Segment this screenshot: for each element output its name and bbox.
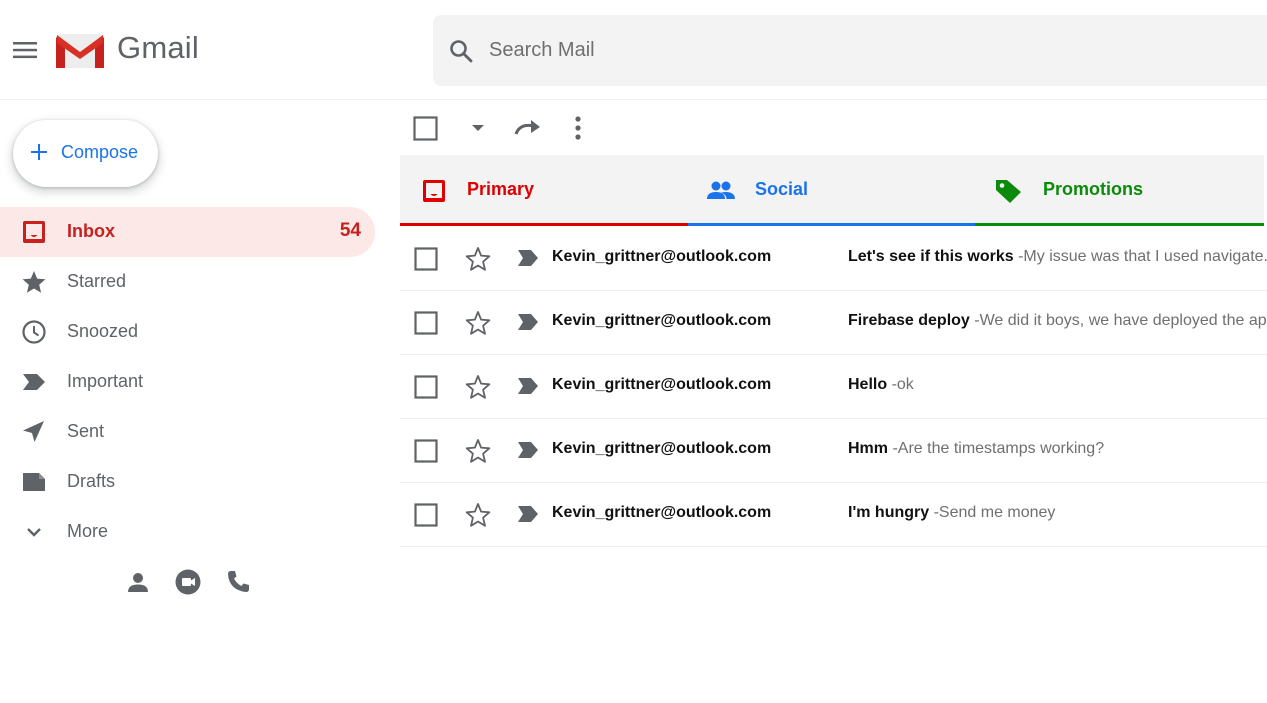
email-sender: Kevin_grittner@outlook.com [552, 376, 772, 393]
email-subject: Let's see if this works [848, 248, 1014, 265]
email-snippet: ok [896, 376, 914, 393]
star-outline-icon[interactable] [464, 309, 492, 337]
tab-underline [400, 223, 688, 226]
select-all-checkbox[interactable] [413, 116, 438, 141]
row-checkbox[interactable] [414, 247, 438, 271]
sidebar-item-label: Important [67, 371, 144, 391]
inbox-icon [420, 177, 448, 205]
gmail-logo-icon[interactable] [55, 31, 105, 69]
important-marker-icon[interactable] [516, 504, 540, 524]
email-subject: I'm hungry [848, 504, 930, 521]
row-checkbox[interactable] [414, 439, 438, 463]
email-row[interactable]: Kevin_grittner@outlook.com I'm hungry -S… [400, 483, 1267, 547]
important-marker-icon[interactable] [516, 312, 540, 332]
send-icon [20, 419, 48, 445]
brand-name: Gmail [117, 30, 199, 65]
people-icon [706, 177, 735, 205]
sidebar-item-more[interactable]: More [0, 507, 375, 557]
tab-label: Promotions [1043, 179, 1144, 199]
important-marker-icon[interactable] [516, 440, 540, 460]
sidebar-item-label: Drafts [67, 471, 116, 491]
email-preview: I'm hungry -Send me money [848, 504, 1267, 522]
star-outline-icon[interactable] [464, 245, 492, 273]
sidebar-item-starred[interactable]: Starred [0, 257, 375, 307]
email-sender: Kevin_grittner@outlook.com [552, 504, 772, 521]
email-snippet: Send me money [938, 504, 1056, 521]
refresh-icon[interactable] [512, 115, 544, 141]
sidebar-item-label: Inbox [67, 221, 115, 241]
star-outline-icon[interactable] [464, 501, 492, 529]
email-subject: Hmm [848, 440, 889, 457]
sidebar-item-inbox[interactable]: Inbox 54 [0, 207, 375, 257]
plus-icon [30, 143, 48, 161]
phone-icon[interactable] [224, 568, 252, 596]
search-icon[interactable] [447, 37, 475, 65]
compose-label: Compose [61, 142, 139, 162]
email-preview: Hello -ok [848, 376, 1267, 394]
search-input[interactable] [487, 30, 1187, 70]
sidebar-item-label: More [67, 521, 109, 541]
email-sender: Kevin_grittner@outlook.com [552, 440, 772, 457]
tab-social[interactable]: Social [688, 155, 975, 226]
email-sender: Kevin_grittner@outlook.com [552, 248, 772, 265]
hamburger-menu-icon[interactable] [10, 37, 40, 63]
email-sender: Kevin_grittner@outlook.com [552, 312, 772, 329]
sidebar-item-important[interactable]: Important [0, 357, 375, 407]
draft-icon [20, 469, 48, 495]
row-checkbox[interactable] [414, 503, 438, 527]
row-checkbox[interactable] [414, 311, 438, 335]
email-snippet: My issue was that I used navigate.push [1023, 248, 1267, 265]
sidebar-item-snoozed[interactable]: Snoozed [0, 307, 375, 357]
inbox-icon [20, 219, 48, 245]
compose-button[interactable]: Compose [13, 120, 158, 187]
sidebar-item-label: Starred [67, 271, 127, 291]
email-preview: Let's see if this works -My issue was th… [848, 248, 1267, 266]
email-subject: Hello [848, 376, 888, 393]
search-bar[interactable] [433, 15, 1267, 86]
tab-underline [975, 223, 1264, 226]
email-snippet: Are the timestamps working? [897, 440, 1105, 457]
chevron-down-icon [20, 519, 48, 545]
tab-primary[interactable]: Primary [400, 155, 688, 226]
important-icon [20, 369, 48, 395]
unread-count-badge: 54 [339, 220, 361, 241]
email-row[interactable]: Kevin_grittner@outlook.com Hello -ok [400, 355, 1267, 419]
tab-underline [688, 223, 975, 226]
tab-label: Primary [467, 179, 535, 199]
sidebar-item-label: Sent [67, 421, 105, 441]
email-row[interactable]: Kevin_grittner@outlook.com Let's see if … [400, 227, 1267, 291]
more-options-icon[interactable] [568, 114, 588, 142]
sidebar-item-drafts[interactable]: Drafts [0, 457, 375, 507]
tag-icon [994, 177, 1022, 205]
top-header: Gmail [0, 0, 1267, 100]
sidebar-item-label: Snoozed [67, 321, 139, 341]
tab-label: Social [755, 179, 809, 199]
star-icon [20, 269, 48, 295]
star-outline-icon[interactable] [464, 373, 492, 401]
clock-icon [20, 319, 48, 345]
person-icon[interactable] [124, 568, 152, 596]
email-preview: Firebase deploy -We did it boys, we have… [848, 312, 1267, 330]
row-checkbox[interactable] [414, 375, 438, 399]
video-icon[interactable] [174, 568, 202, 596]
tab-promotions[interactable]: Promotions [975, 155, 1264, 226]
select-dropdown-icon[interactable] [468, 120, 488, 136]
email-snippet: We did it boys, we have deployed the app [979, 312, 1267, 329]
category-tabs: Primary Social Promotions [400, 155, 1264, 226]
star-outline-icon[interactable] [464, 437, 492, 465]
sidebar-item-sent[interactable]: Sent [0, 407, 375, 457]
important-marker-icon[interactable] [516, 376, 540, 396]
email-subject: Firebase deploy [848, 312, 970, 329]
email-preview: Hmm -Are the timestamps working? [848, 440, 1267, 458]
email-row[interactable]: Kevin_grittner@outlook.com Firebase depl… [400, 291, 1267, 355]
important-marker-icon[interactable] [516, 248, 540, 268]
email-row[interactable]: Kevin_grittner@outlook.com Hmm -Are the … [400, 419, 1267, 483]
